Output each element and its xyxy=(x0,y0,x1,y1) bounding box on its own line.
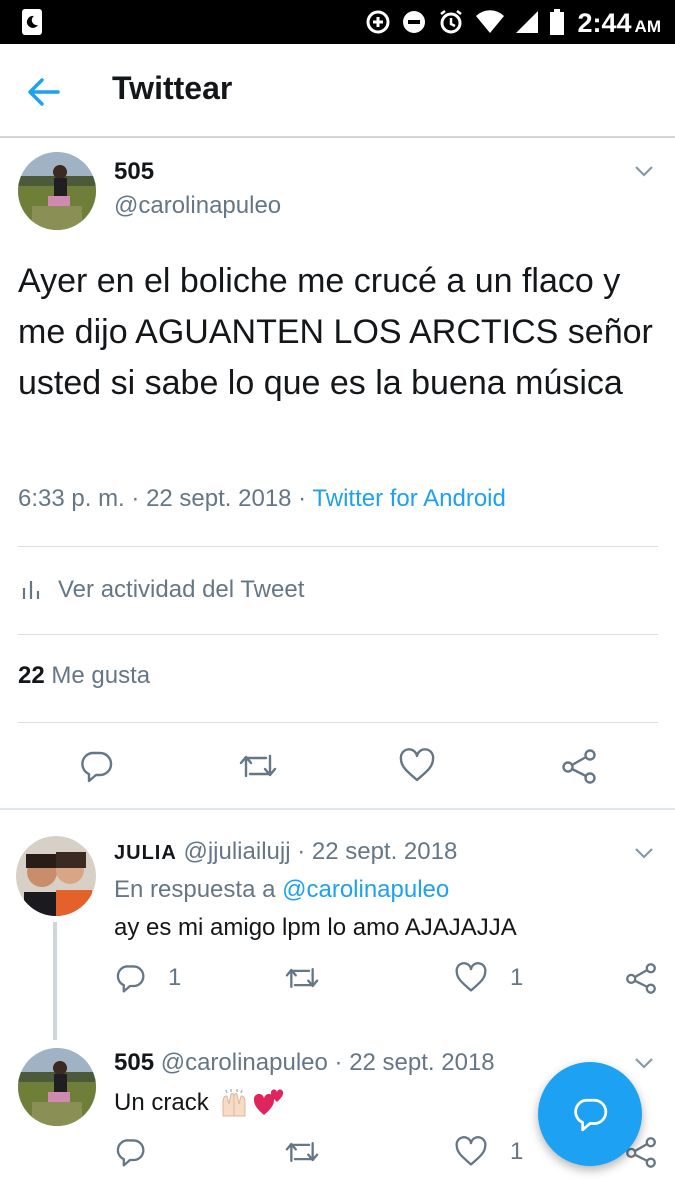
reply-icon xyxy=(574,1098,608,1132)
thread-line xyxy=(53,922,57,1040)
reply-context: En respuesta a @carolinapuleo xyxy=(114,876,450,903)
tweet-activity-link[interactable]: Ver actividad del Tweet xyxy=(18,570,304,610)
reply-header: JULIA @jjuliailujj · 22 sept. 2018 xyxy=(114,838,458,865)
avatar[interactable] xyxy=(18,1048,96,1126)
battery-icon xyxy=(550,9,564,35)
author-name[interactable]: 505 xyxy=(114,158,154,186)
reply-icon xyxy=(116,965,145,993)
likes-summary[interactable]: 22 Me gusta xyxy=(18,662,150,690)
chevron-down-icon xyxy=(635,1058,653,1069)
like-button[interactable]: 1 xyxy=(454,962,523,994)
likes-count: 22 xyxy=(18,662,45,689)
like-button[interactable]: 1 xyxy=(454,1136,523,1168)
author-handle[interactable]: @carolinapuleo xyxy=(114,192,281,220)
status-bar: 2:44 AM xyxy=(0,0,675,44)
avatar[interactable] xyxy=(16,836,96,916)
reply-text: Un crack xyxy=(114,1088,285,1118)
retweet-button[interactable] xyxy=(238,748,278,784)
reply-button[interactable]: 1 xyxy=(114,962,181,994)
heart-icon xyxy=(399,748,435,782)
notification-icon xyxy=(22,9,42,35)
share-button[interactable] xyxy=(560,748,598,784)
likes-label: Me gusta xyxy=(51,662,151,689)
tweet-text: Ayer en el boliche me crucé a un flaco y… xyxy=(18,262,653,402)
raising-hands-emoji-icon xyxy=(222,1089,246,1117)
reply-menu-button[interactable] xyxy=(634,1056,660,1074)
section-divider xyxy=(0,808,675,810)
divider xyxy=(18,722,658,723)
app-bar: Twittear xyxy=(0,44,675,138)
reply-author-name[interactable]: 505 xyxy=(114,1049,154,1076)
status-icons xyxy=(365,8,565,36)
reply-date: 22 sept. 2018 xyxy=(349,1049,495,1076)
reply-icon xyxy=(116,1139,145,1167)
tweet-meta: 6:33 p. m. · 22 sept. 2018 · Twitter for… xyxy=(18,485,506,512)
like-count: 1 xyxy=(510,1138,524,1165)
retweet-icon xyxy=(285,967,319,989)
reply-to-link[interactable]: @carolinapuleo xyxy=(282,876,449,903)
avatar[interactable] xyxy=(18,152,96,230)
retweet-icon xyxy=(285,1141,319,1163)
arrow-left-icon xyxy=(28,78,60,106)
reply-author-handle[interactable]: @carolinapuleo xyxy=(161,1049,328,1076)
reply-author-handle[interactable]: @jjuliailujj xyxy=(183,838,290,865)
heart-icon xyxy=(455,962,487,992)
bar-chart-icon xyxy=(22,581,40,599)
share-icon xyxy=(626,963,656,994)
retweet-icon xyxy=(239,754,277,778)
status-time: 2:44 AM xyxy=(577,8,662,38)
tweet-menu-button[interactable] xyxy=(634,164,660,182)
page-title: Twittear xyxy=(112,70,233,106)
reply-icon xyxy=(81,751,113,783)
like-count: 1 xyxy=(510,964,524,991)
signal-icon xyxy=(516,11,538,33)
data-saver-icon xyxy=(366,10,390,34)
tweet-time: 6:33 p. m. xyxy=(18,485,125,512)
chevron-down-icon xyxy=(635,166,653,177)
retweet-button[interactable] xyxy=(284,962,320,994)
share-icon xyxy=(562,749,596,784)
divider xyxy=(18,546,658,547)
reply-button[interactable] xyxy=(78,748,114,784)
like-button[interactable] xyxy=(398,748,436,784)
divider xyxy=(18,634,658,635)
compose-reply-button[interactable] xyxy=(538,1062,642,1166)
reply-count: 1 xyxy=(168,964,182,991)
reply-date: 22 sept. 2018 xyxy=(311,838,458,865)
back-button[interactable] xyxy=(26,74,62,110)
alarm-icon xyxy=(440,10,462,34)
tweet-activity-label: Ver actividad del Tweet xyxy=(58,576,305,603)
reply-header: 505 @carolinapuleo · 22 sept. 2018 xyxy=(114,1049,495,1076)
tweet-date: 22 sept. 2018 xyxy=(146,485,292,512)
chevron-down-icon xyxy=(635,848,653,859)
do-not-disturb-icon xyxy=(403,11,425,33)
heart-icon xyxy=(455,1136,487,1166)
reply-menu-button[interactable] xyxy=(634,846,660,864)
reply-text: ay es mi amigo lpm lo amo AJAJAJJA xyxy=(114,914,517,941)
wifi-icon xyxy=(476,10,504,33)
tweet-source-link[interactable]: Twitter for Android xyxy=(312,485,505,512)
share-button[interactable] xyxy=(624,962,658,994)
reply-button[interactable] xyxy=(114,1136,146,1168)
retweet-button[interactable] xyxy=(284,1136,320,1168)
two-hearts-emoji-icon xyxy=(253,1089,283,1115)
reply-author-name[interactable]: JULIA xyxy=(114,842,177,864)
